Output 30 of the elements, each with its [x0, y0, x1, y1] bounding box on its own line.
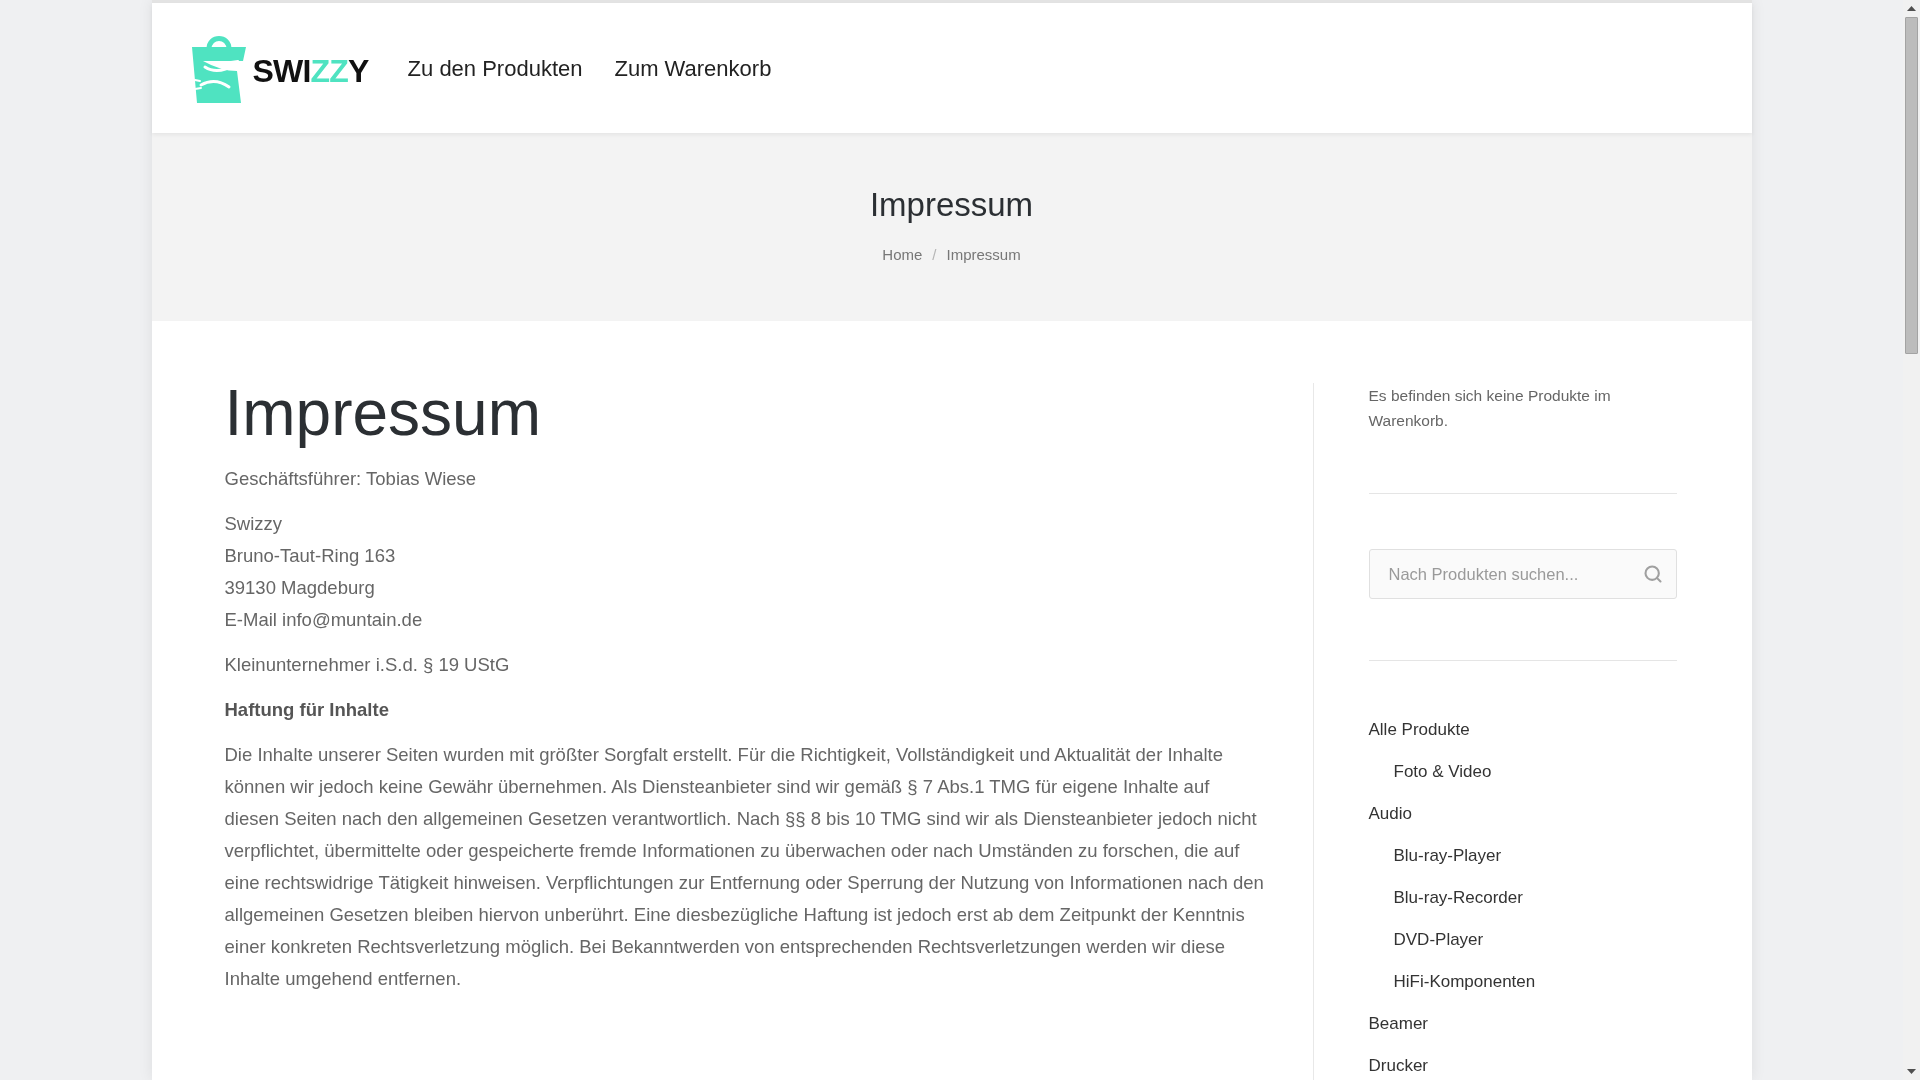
body-text: Die Inhalte unserer Seiten wurden mit größter Sorgfalt erstellt. Für die Richtigkeit, Vollständigkeit und Aktualität der Inhalte können wir jedoch keine Gewähr übernehmen. Als Diensteanbieter sind wir gemäß § 7 Abs.1 TMG für eigene Inhalte auf diesen Seiten nach den allgemeinen Gesetzen verantwortlich. Nach §§ 8 bis 10 TMG sind wir als Diensteanbieter jedoch nicht verpflichtet, übermittelte oder gespeicherte fremde Informationen zu überwachen oder nach Umständen zu forschen, die auf eine rechtswidrige Tätigkeit hinweisen. Verpflichtungen zur Entfernung oder Sperrung der Nutzung von Informationen nach den allgemeinen Gesetzen bleiben hiervon unberührt. Eine diesbezügliche Haftung ist jedoch erst ab dem Zeitpunkt der Kenntnis einer konkreten Rechtsverletzung möglich. Bei Bekanntwerden von entsprechenden Rechtsverletzungen werden wir diese Inhalte umgehend entfernen.	[224, 743, 1265, 991]
address-line: Bruno-Taut-Ring 163	[224, 544, 396, 568]
cart-empty-message: Es befinden sich keine Produkte im Warenkorb.	[1368, 386, 1612, 431]
page-heading: Impressum	[224, 376, 541, 450]
category-link[interactable]: DVD-Player	[1393, 919, 1484, 961]
search-field[interactable]: Nach Produkten suchen...	[1368, 549, 1677, 599]
category-link[interactable]: HiFi-Komponenten	[1393, 961, 1536, 1003]
address-line: E-Mail info@muntain.de	[224, 608, 423, 632]
scroll-down-arrow-icon[interactable]	[1907, 1069, 1916, 1074]
section-heading: Haftung für Inhalte	[224, 698, 389, 722]
category-link[interactable]: Alle Produkte	[1368, 709, 1470, 751]
nav-link[interactable]: Zum Warenkorb	[614, 51, 772, 85]
page-title: Impressum	[869, 185, 1034, 225]
category-link[interactable]: Foto & Video	[1393, 751, 1492, 793]
breadcrumb-separator: /	[932, 245, 937, 265]
body-text: Kleinunternehmer i.S.d. § 19 UStG	[224, 653, 511, 677]
body-text: Geschäftsführer: Tobias Wiese	[224, 467, 478, 491]
address-line: Swizzy	[224, 512, 283, 536]
logo-wordmark: SWIZZY	[252, 52, 369, 91]
scroll-up-arrow-icon[interactable]	[1907, 6, 1916, 11]
category-link[interactable]: Beamer	[1368, 1003, 1429, 1045]
category-link[interactable]: Blu-ray-Recorder	[1393, 877, 1523, 919]
breadcrumb-current: Impressum	[946, 245, 1021, 265]
category-link[interactable]: Blu-ray-Player	[1393, 835, 1502, 877]
scrollbar-thumb[interactable]	[1905, 17, 1918, 354]
nav-link[interactable]: Zu den Produkten	[407, 51, 583, 85]
address-line: 39130 Magdeburg	[224, 576, 375, 600]
breadcrumb-link[interactable]: Home	[882, 245, 923, 265]
category-link[interactable]: Drucker	[1368, 1045, 1428, 1080]
category-link[interactable]: Audio	[1368, 793, 1412, 835]
